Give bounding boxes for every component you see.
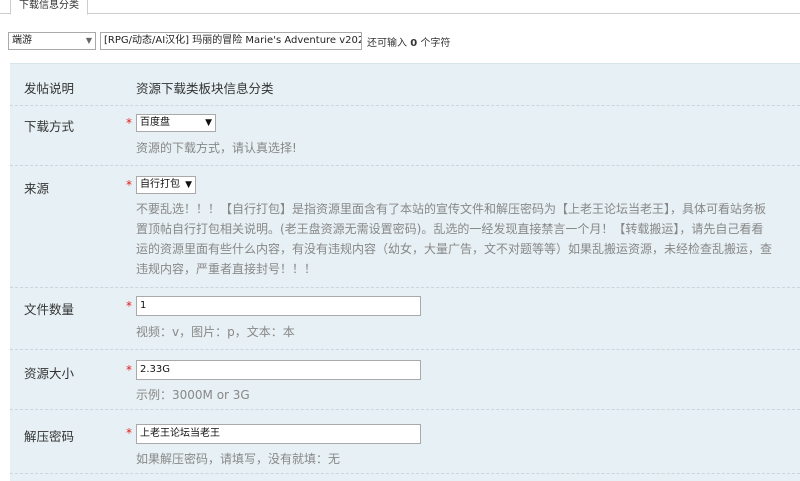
source-hint-line: 置顶帖自行打包相关说明。(老王盘资源无需设置密码)。乱选的一经发现直接禁言一个月… (136, 222, 764, 236)
row-resource-size: 资源大小 * 2.33G 示例：3000M or 3G (10, 350, 800, 410)
remaining-count: 0 (410, 38, 418, 49)
description-label: 发帖说明 (24, 81, 75, 96)
row-description: 发帖说明 资源下载类板块信息分类 (10, 64, 800, 106)
password-input[interactable]: 上老王论坛当老王 (136, 424, 421, 444)
remaining-prefix: 还可输入 (367, 38, 407, 49)
remaining-suffix: 个字符 (420, 38, 451, 49)
chevron-down-icon: ▼ (85, 36, 92, 45)
row-download-method: 下载方式 * 百度盘 ▼ 资源的下载方式，请认真选择! (10, 106, 800, 166)
source-select[interactable]: 自行打包 ▼ (136, 176, 196, 194)
remaining-chars: 还可输入 0 个字符 (367, 34, 450, 49)
resource-size-input[interactable]: 2.33G (136, 360, 421, 380)
file-count-hint: 视频：v，图片：p，文本：本 (136, 325, 295, 339)
resource-size-label: 资源大小 (24, 366, 75, 381)
required-mark: * (126, 178, 132, 192)
required-mark: * (126, 363, 132, 377)
row-source: 来源 * 自行打包 ▼ 不要乱选！！！【自行打包】是指资源里面含有了本站的宣传文… (10, 166, 800, 288)
download-method-value: 百度盘 (140, 117, 170, 128)
required-mark: * (126, 299, 132, 313)
download-method-hint: 资源的下载方式，请认真选择! (136, 141, 297, 155)
source-hint-line: 违规内容，严重者直接封号！！！ (136, 262, 317, 276)
file-count-input[interactable]: 1 (136, 296, 421, 316)
password-hint: 如果解压密码，请填写，没有就填：无 (136, 452, 341, 466)
password-label: 解压密码 (24, 429, 75, 444)
source-hint: 不要乱选！！！【自行打包】是指资源里面含有了本站的宣传文件和解压密码为【上老王论… (136, 199, 800, 279)
title-row: 端游 ▼ [RPG/动态/AI汉化] 玛丽的冒险 Marie's Adventu… (0, 32, 800, 50)
row-password: 解压密码 * 上老王论坛当老王 如果解压密码，请填写，没有就填：无 (10, 410, 800, 474)
source-label: 来源 (24, 181, 50, 196)
download-method-select[interactable]: 百度盘 ▼ (136, 114, 216, 132)
chevron-down-icon: ▼ (185, 180, 192, 190)
thread-type-select[interactable]: 端游 ▼ (8, 32, 96, 50)
file-count-label: 文件数量 (24, 302, 75, 317)
thread-type-value: 端游 (12, 35, 32, 46)
download-method-label: 下载方式 (24, 119, 75, 134)
title-value: [RPG/动态/AI汉化] 玛丽的冒险 Marie's Adventure v2… (104, 35, 362, 46)
chevron-down-icon: ▼ (205, 118, 212, 128)
source-hint-line: 运的资源里面有些什么内容，有没有违规内容（幼女，大量广告，文不对题等等）如果乱搬… (136, 242, 773, 256)
resource-size-hint: 示例：3000M or 3G (136, 388, 250, 402)
tab-bar: 下载信息分类 (0, 0, 800, 15)
classification-form: 发帖说明 资源下载类板块信息分类 下载方式 * 百度盘 ▼ 资源的下载方式，请认… (10, 63, 800, 481)
tab-download-info[interactable]: 下载信息分类 (10, 0, 88, 15)
required-mark: * (126, 116, 132, 130)
row-file-count: 文件数量 * 1 视频：v，图片：p，文本：本 (10, 288, 800, 350)
description-text: 资源下载类板块信息分类 (136, 81, 274, 96)
required-mark: * (126, 426, 132, 440)
source-hint-line: 不要乱选！！！【自行打包】是指资源里面含有了本站的宣传文件和解压密码为【上老王论… (136, 202, 767, 216)
source-value: 自行打包 (140, 179, 180, 190)
title-input[interactable]: [RPG/动态/AI汉化] 玛丽的冒险 Marie's Adventure v2… (100, 32, 362, 50)
